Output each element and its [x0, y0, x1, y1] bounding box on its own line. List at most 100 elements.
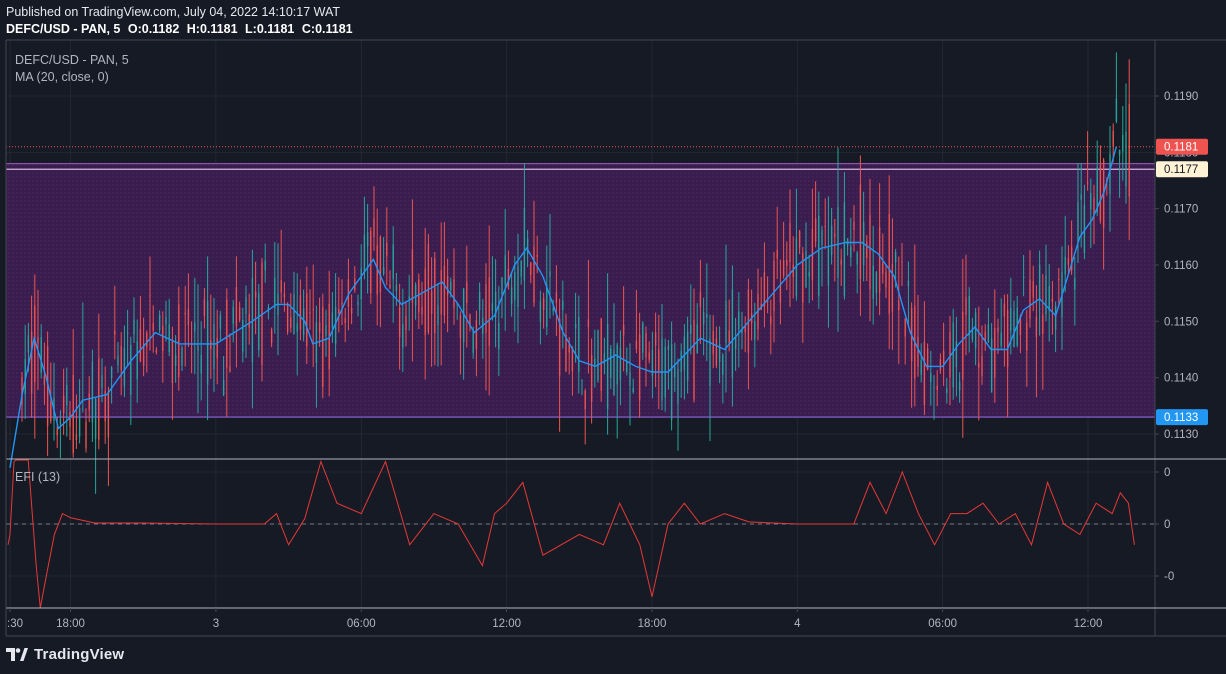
candle-body — [1006, 310, 1009, 368]
candle-body — [958, 382, 961, 390]
candle-body — [856, 252, 858, 265]
candle-body — [117, 355, 119, 366]
candle-body — [184, 312, 186, 315]
candle-body — [443, 265, 446, 316]
candle-body — [245, 297, 247, 314]
time-tick-label: 18:00 — [638, 618, 667, 630]
candle-body — [578, 317, 580, 372]
candle-body — [821, 230, 823, 245]
candle-body — [706, 313, 708, 318]
candle-body — [952, 322, 954, 388]
candle-body — [219, 315, 222, 329]
candle-body — [178, 304, 180, 378]
candle-body — [1035, 316, 1038, 338]
candle-body — [731, 289, 734, 378]
time-tick-label: 18:00 — [56, 618, 85, 630]
candle-body — [264, 260, 266, 271]
candle-body — [424, 268, 426, 335]
candle-body — [139, 329, 142, 362]
candle-body — [1125, 131, 1127, 187]
candle-body — [770, 316, 772, 325]
candle-body — [206, 301, 209, 385]
candle-body — [485, 284, 487, 333]
price-tick-label: 0.1140 — [1164, 373, 1198, 385]
candle-body — [946, 388, 948, 393]
candle-body — [606, 323, 609, 409]
candle-body — [398, 307, 401, 337]
legend-symbol: DEFC/USD - PAN, 5 — [15, 53, 129, 67]
candle-body — [542, 298, 545, 310]
candle-body — [210, 340, 212, 350]
candle-body — [411, 249, 414, 303]
candle-body — [600, 318, 602, 391]
candle-body — [738, 311, 740, 330]
candle-body — [133, 319, 135, 335]
candle-body — [174, 354, 177, 366]
candle-body — [654, 332, 657, 346]
candle-body — [232, 307, 234, 324]
candle-body — [1112, 130, 1114, 147]
candle-body — [446, 276, 449, 296]
candle-body — [782, 260, 785, 276]
candle-body — [1000, 332, 1002, 347]
candle-body — [197, 345, 199, 352]
price-tick-label: 0.1160 — [1164, 260, 1198, 272]
candle-body — [386, 242, 388, 256]
price-tick-label: 0.1190 — [1164, 91, 1198, 103]
candle-body — [558, 318, 561, 376]
candle-body — [693, 319, 695, 400]
candle-body — [1026, 322, 1028, 351]
candle-body — [1090, 193, 1092, 210]
candle-body — [776, 249, 778, 259]
candle-body — [901, 261, 903, 263]
candle-body — [920, 360, 922, 375]
candle-body — [1080, 194, 1082, 200]
candle-body — [594, 358, 596, 366]
candle-body — [837, 207, 839, 278]
candle-body — [1086, 182, 1089, 184]
candle-body — [229, 366, 231, 372]
candle-body — [936, 385, 938, 390]
candle-body — [536, 254, 538, 257]
candle-body — [974, 312, 977, 349]
candle-body — [968, 295, 970, 336]
candle-body — [430, 290, 433, 314]
candle-body — [645, 333, 647, 358]
candle-body — [194, 322, 196, 332]
candle-body — [834, 233, 836, 237]
candle-body — [450, 281, 452, 291]
candle-body — [123, 348, 126, 387]
candle-body — [414, 284, 417, 306]
candle-body — [546, 285, 548, 328]
candle-body — [274, 277, 276, 309]
candle-body — [610, 348, 612, 379]
candle-body — [78, 408, 81, 437]
time-tick-label: 12:00 — [492, 618, 521, 630]
candle-body — [37, 336, 39, 344]
candle-body — [248, 314, 250, 328]
tradingview-logo[interactable]: TradingView — [6, 646, 124, 663]
candle-body — [715, 338, 718, 366]
candle-body — [459, 315, 462, 339]
candle-body — [501, 277, 503, 295]
chart-canvas[interactable]: 0.11300.11400.11500.11600.11700.11800.11… — [0, 0, 1226, 674]
candle-body — [574, 323, 577, 329]
candle-body — [533, 246, 535, 303]
candle-body — [872, 265, 874, 299]
time-tick-label: :30 — [7, 618, 23, 630]
candle-body — [1064, 256, 1066, 275]
candle-body — [187, 309, 190, 326]
candle-body — [418, 279, 420, 313]
candle-body — [238, 306, 241, 320]
candle-body — [709, 338, 711, 386]
candle-body — [725, 300, 727, 344]
candle-body — [373, 218, 375, 237]
candle-body — [59, 418, 62, 425]
time-tick-label: 12:00 — [1074, 618, 1103, 630]
candle-body — [622, 325, 625, 336]
candle-body — [421, 306, 423, 315]
candle-body — [158, 314, 161, 330]
candle-body — [894, 252, 897, 263]
candle-body — [162, 325, 164, 352]
candle-body — [379, 236, 382, 293]
